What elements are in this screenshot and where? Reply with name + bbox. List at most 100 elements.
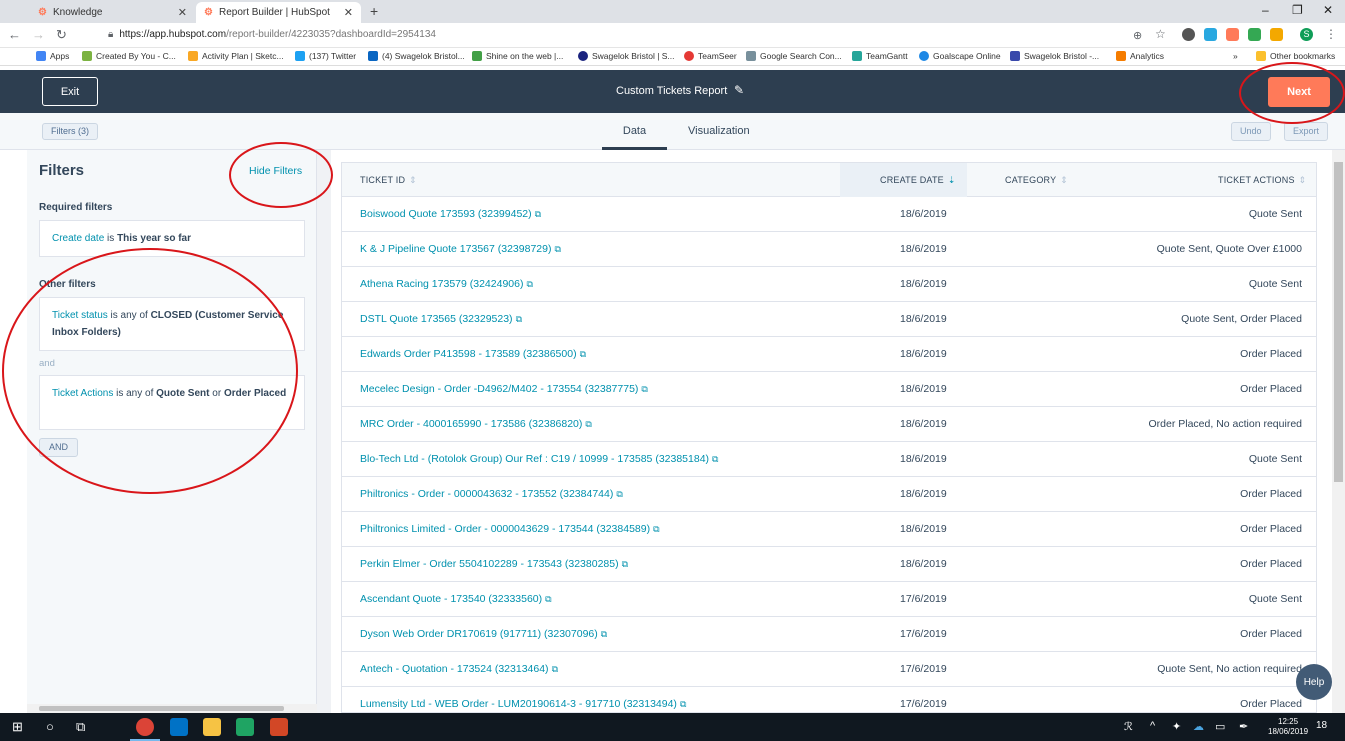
- column-create-date[interactable]: CREATE DATE ⇣: [880, 175, 956, 186]
- tab-data[interactable]: Data: [602, 125, 667, 137]
- ticket-link[interactable]: Athena Racing 173579 (32424906) ⧉: [360, 278, 533, 290]
- tab-report-builder[interactable]: ⚙ Report Builder | HubSpot ✕: [196, 2, 361, 23]
- ticket-link[interactable]: Philtronics Limited - Order - 0000043629…: [360, 523, 660, 535]
- ticket-link[interactable]: Dyson Web Order DR170619 (917711) (32307…: [360, 628, 607, 640]
- onedrive-icon[interactable]: ☁: [1193, 720, 1204, 733]
- hubspot-extension-icon[interactable]: [1226, 28, 1239, 41]
- bookmark-item[interactable]: Analytics: [1116, 51, 1164, 61]
- outlook-icon[interactable]: [170, 718, 188, 736]
- ticket-link[interactable]: Philtronics - Order - 0000043632 - 17355…: [360, 488, 623, 500]
- bookmark-item[interactable]: Swagelok Bristol | S...: [578, 51, 675, 61]
- create-date-cell: 17/6/2019: [900, 663, 947, 675]
- sort-desc-icon: ⇣: [947, 175, 956, 185]
- create-date-cell: 18/6/2019: [900, 243, 947, 255]
- more-bookmarks-icon[interactable]: »: [1233, 51, 1238, 61]
- extension-icon[interactable]: [1270, 28, 1283, 41]
- sort-icon: ⇕: [409, 175, 417, 185]
- restore-icon[interactable]: ❐: [1292, 3, 1303, 17]
- ticket-link[interactable]: K & J Pipeline Quote 173567 (32398729) ⧉: [360, 243, 561, 255]
- bookmark-item[interactable]: TeamGantt: [852, 51, 908, 61]
- tray-chevron-icon[interactable]: ^: [1150, 720, 1155, 732]
- ticket-link[interactable]: Antech - Quotation - 173524 (32313464) ⧉: [360, 663, 558, 675]
- forward-icon[interactable]: →: [32, 27, 45, 42]
- filters-horizontal-scrollbar[interactable]: [27, 704, 317, 713]
- column-ticket-id[interactable]: TICKET ID ⇕: [360, 175, 417, 186]
- scrollbar-thumb[interactable]: [39, 706, 284, 711]
- url-field[interactable]: 🔒︎ https://app.hubspot.com/report-builder…: [108, 29, 436, 40]
- task-view-icon[interactable]: ⧉: [76, 719, 85, 735]
- ticket-link[interactable]: Boiswood Quote 173593 (32399452) ⧉: [360, 208, 541, 220]
- panel-divider: [317, 150, 331, 713]
- tab-knowledge[interactable]: ⚙ Knowledge ✕: [30, 2, 195, 23]
- ticket-link[interactable]: Ascendant Quote - 173540 (32333560) ⧉: [360, 593, 552, 605]
- cloud-extension-icon[interactable]: [1204, 28, 1217, 41]
- menu-icon[interactable]: ⋮: [1325, 27, 1337, 41]
- bookmark-star-icon[interactable]: ☆: [1155, 27, 1166, 41]
- chrome-icon[interactable]: [136, 718, 154, 736]
- tab-visualization[interactable]: Visualization: [688, 125, 750, 137]
- search-icon[interactable]: ○: [46, 719, 54, 734]
- column-category[interactable]: CATEGORY ⇕: [1005, 175, 1068, 186]
- tab-title: Report Builder | HubSpot: [218, 7, 330, 18]
- ticket-link[interactable]: Perkin Elmer - Order 5504102289 - 173543…: [360, 558, 628, 570]
- ticket-link[interactable]: DSTL Quote 173565 (32329523) ⧉: [360, 313, 522, 325]
- powerpoint-icon[interactable]: [270, 718, 288, 736]
- export-button[interactable]: Export: [1284, 122, 1329, 141]
- external-link-icon: ⧉: [551, 664, 558, 674]
- table-vertical-scrollbar[interactable]: [1332, 150, 1345, 713]
- table-row: Philtronics - Order - 0000043632 - 17355…: [342, 477, 1316, 512]
- bookmark-item[interactable]: (137) Twitter: [295, 51, 356, 61]
- zoom-icon[interactable]: ⊕: [1133, 29, 1142, 42]
- undo-button[interactable]: Undo: [1231, 122, 1271, 141]
- bookmark-favicon-icon: [82, 51, 92, 61]
- minimize-icon[interactable]: –: [1262, 3, 1269, 17]
- people-icon[interactable]: ℛ: [1124, 720, 1133, 733]
- ticket-actions-cell: Order Placed: [1240, 698, 1302, 710]
- ticket-link[interactable]: Blo-Tech Ltd - (Rotolok Group) Our Ref :…: [360, 453, 718, 465]
- battery-icon[interactable]: ▭: [1215, 720, 1225, 733]
- table-row: Perkin Elmer - Order 5504102289 - 173543…: [342, 547, 1316, 582]
- close-window-icon[interactable]: ✕: [1323, 3, 1333, 17]
- extension-icon[interactable]: [1182, 28, 1195, 41]
- report-title[interactable]: Custom Tickets Report: [616, 85, 727, 97]
- system-clock[interactable]: 12:25 18/06/2019: [1268, 717, 1308, 737]
- help-button[interactable]: Help: [1296, 664, 1332, 700]
- bookmark-other[interactable]: Other bookmarks: [1256, 51, 1335, 61]
- windows-start-icon[interactable]: ⊞: [12, 719, 23, 735]
- column-ticket-actions[interactable]: TICKET ACTIONS ⇕: [1218, 175, 1306, 186]
- ticket-link[interactable]: Edwards Order P413598 - 173589 (32386500…: [360, 348, 586, 360]
- bookmark-item[interactable]: Google Search Con...: [746, 51, 842, 61]
- bookmark-item[interactable]: (4) Swagelok Bristol...: [368, 51, 465, 61]
- bookmark-item[interactable]: Swagelok Bristol -...: [1010, 51, 1099, 61]
- linkedin-icon: [368, 51, 378, 61]
- back-icon[interactable]: ←: [8, 27, 21, 42]
- bookmark-item[interactable]: Shine on the web |...: [472, 51, 563, 61]
- ticket-link[interactable]: MRC Order - 4000165990 - 173586 (3238682…: [360, 418, 592, 430]
- dropbox-icon[interactable]: ✦: [1172, 720, 1181, 733]
- notifications-icon[interactable]: 18: [1316, 720, 1327, 731]
- analytics-icon: [1116, 51, 1126, 61]
- close-tab-icon[interactable]: ✕: [178, 6, 187, 19]
- external-link-icon: ⧉: [554, 244, 561, 254]
- ticket-link[interactable]: Mecelec Design - Order -D4962/M402 - 173…: [360, 383, 648, 395]
- bookmark-item[interactable]: Created By You - C...: [82, 51, 176, 61]
- ticket-link[interactable]: Lumensity Ltd - WEB Order - LUM20190614-…: [360, 698, 686, 710]
- file-explorer-icon[interactable]: [203, 718, 221, 736]
- new-tab-icon[interactable]: +: [370, 3, 378, 19]
- bookmark-item[interactable]: TeamSeer: [684, 51, 737, 61]
- close-tab-icon[interactable]: ✕: [344, 6, 353, 19]
- exit-button[interactable]: Exit: [42, 77, 98, 106]
- bookmark-favicon-icon: [919, 51, 929, 61]
- grammarly-extension-icon[interactable]: [1248, 28, 1261, 41]
- pen-icon[interactable]: ✒: [1239, 720, 1248, 733]
- bookmark-apps[interactable]: Apps: [36, 51, 69, 61]
- scrollbar-thumb[interactable]: [1334, 162, 1343, 482]
- filters-toggle-button[interactable]: Filters (3): [42, 123, 98, 140]
- profile-avatar[interactable]: S: [1300, 28, 1313, 41]
- pencil-icon[interactable]: ✎: [734, 83, 744, 97]
- app-icon[interactable]: [236, 718, 254, 736]
- bookmark-favicon-icon: [746, 51, 756, 61]
- bookmark-item[interactable]: Activity Plan | Sketc...: [188, 51, 284, 61]
- bookmark-item[interactable]: Goalscape Online: [919, 51, 1001, 61]
- reload-icon[interactable]: ↻: [56, 27, 67, 43]
